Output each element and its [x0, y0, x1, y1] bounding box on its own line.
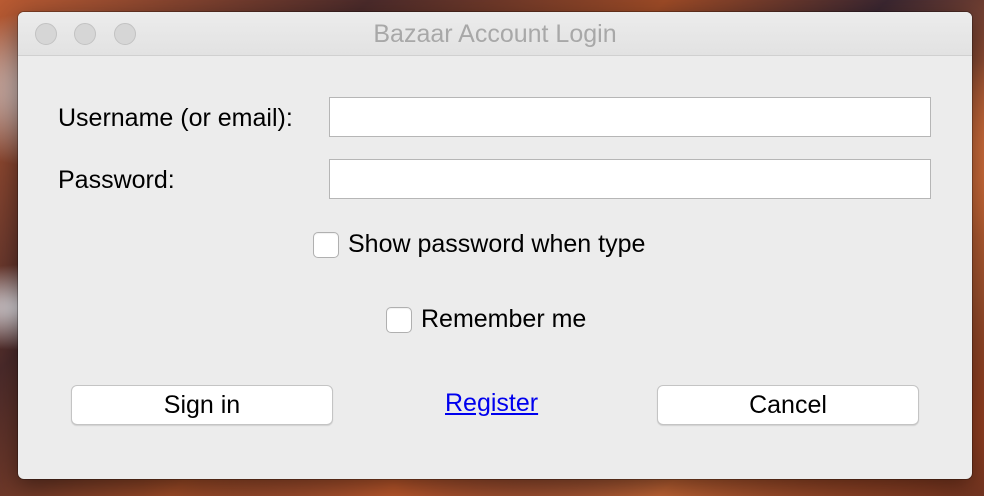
sign-in-button[interactable]: Sign in: [71, 385, 333, 425]
show-password-label[interactable]: Show password when type: [348, 230, 645, 259]
username-input[interactable]: [329, 97, 931, 137]
show-password-option[interactable]: Show password when type: [313, 230, 645, 259]
remember-me-option[interactable]: Remember me: [386, 305, 586, 334]
show-password-checkbox[interactable]: [313, 231, 339, 258]
password-input[interactable]: [329, 159, 931, 199]
login-dialog: Bazaar Account Login Username (or email)…: [18, 12, 972, 479]
title-bar[interactable]: Bazaar Account Login: [18, 12, 972, 56]
cancel-button[interactable]: Cancel: [657, 385, 919, 425]
remember-me-checkbox[interactable]: [386, 306, 412, 333]
username-label: Username (or email):: [58, 104, 293, 132]
password-label: Password:: [58, 166, 175, 194]
window-title: Bazaar Account Login: [373, 20, 617, 48]
register-link[interactable]: Register: [445, 389, 538, 418]
remember-me-label[interactable]: Remember me: [421, 305, 586, 334]
